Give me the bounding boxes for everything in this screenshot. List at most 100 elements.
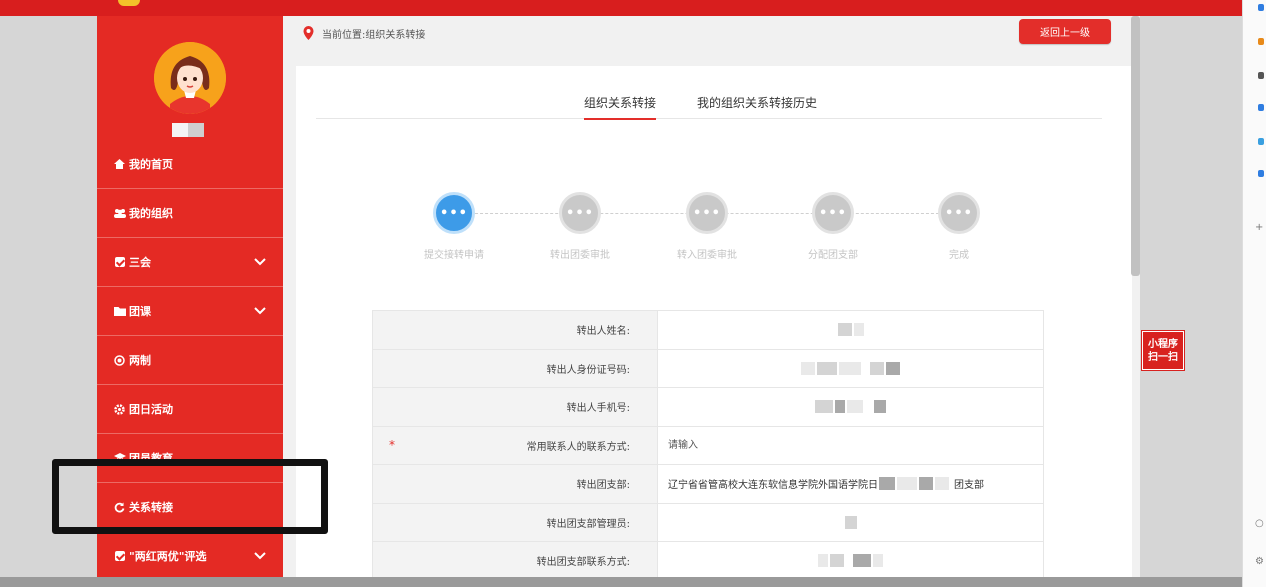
main-content: 当前位置:组织关系转接 返回上一级 组织关系转接 我的组织关系转接历史 ••• … (283, 16, 1140, 581)
plus-icon[interactable]: + (1255, 222, 1263, 233)
qr-badge-line2: 扫一扫 (1148, 351, 1178, 363)
scrollbar[interactable] (1131, 16, 1140, 276)
search-icon[interactable]: ○ (1255, 518, 1264, 529)
avatar[interactable] (154, 42, 226, 114)
location-pin-icon (303, 26, 314, 40)
form-row-branch-manager: 转出团支部管理员: (373, 503, 1043, 542)
form-label-text: 常用联系人的联系方式: (526, 441, 630, 453)
sidebar-item-label: 两制 (129, 354, 151, 367)
form-row-phone: 转出人手机号: (373, 388, 1043, 427)
checkbox-icon (113, 256, 126, 268)
circle-target-icon (113, 354, 126, 366)
sidebar-item-label: 三会 (129, 256, 151, 269)
transfer-card: 组织关系转接 我的组织关系转接历史 ••• 提交接转申请 ••• 转出团委审批 … (296, 66, 1132, 581)
required-marker: * (389, 437, 395, 452)
gear-icon (113, 403, 126, 415)
folder-icon (113, 305, 126, 317)
extension-icon[interactable] (1258, 38, 1264, 45)
sidebar-item-my-organization[interactable]: 我的组织 (97, 189, 283, 238)
branch-value: 辽宁省省管高校大连东软信息学院外国语学院日 团支部 (658, 465, 1043, 503)
step-incoming-approval: ••• 转入团委审批 (657, 192, 757, 261)
sidebar-item-label: "两红两优"评选 (129, 550, 207, 563)
extension-icon[interactable] (1258, 72, 1264, 79)
step-circle: ••• (433, 192, 475, 234)
page-margin (1140, 16, 1242, 577)
top-header-bar (0, 0, 1242, 16)
sidebar-item-label: 团日活动 (129, 403, 173, 416)
progress-steps: ••• 提交接转申请 ••• 转出团委审批 ••• 转入团委审批 ••• 分配团… (296, 186, 1132, 276)
username-redacted (172, 123, 204, 137)
mini-program-qr-badge[interactable]: 小程序 扫一扫 (1141, 330, 1185, 371)
logo-icon (118, 0, 140, 6)
step-outgoing-approval: ••• 转出团委审批 (530, 192, 630, 261)
form-row-id-number: 转出人身份证号码: (373, 349, 1043, 388)
tab-transfer-history[interactable]: 我的组织关系转接历史 (697, 94, 817, 111)
chevron-down-icon[interactable] (253, 255, 267, 269)
step-circle: ••• (938, 192, 980, 234)
tab-relation-transfer[interactable]: 组织关系转接 (584, 94, 657, 120)
form-label: 转出人手机号: (373, 388, 658, 426)
home-icon (113, 158, 126, 170)
step-circle: ••• (812, 192, 854, 234)
sidebar-item-relation-transfer[interactable]: 关系转接 (97, 483, 283, 532)
sidebar-item-label: 团员教育 (129, 452, 173, 465)
step-circle: ••• (686, 192, 728, 234)
extension-icon[interactable] (1258, 104, 1264, 111)
chevron-down-icon[interactable] (253, 549, 267, 563)
step-label: 完成 (949, 250, 969, 261)
avatar-icon (154, 42, 226, 114)
branch-suffix-text: 团支部 (954, 480, 984, 492)
sidebar-item-two-systems[interactable]: 两制 (97, 336, 283, 385)
phone-redacted (658, 388, 1043, 426)
form-row-name: 转出人姓名: (373, 311, 1043, 350)
step-circle: ••• (559, 192, 601, 234)
chevron-down-icon[interactable] (253, 304, 267, 318)
contact-field-wrapper (658, 427, 1043, 465)
sidebar-item-home[interactable]: 我的首页 (97, 140, 283, 189)
name-value-redacted (658, 311, 1043, 349)
extension-icon[interactable] (1258, 4, 1264, 11)
contact-input[interactable] (668, 432, 1038, 459)
sidebar-menu: 我的首页 我的组织 三会 团课 两制 团日活动 团员教育 关系转接 "两红两优"… (97, 140, 283, 581)
sidebar: 我的首页 我的组织 三会 团课 两制 团日活动 团员教育 关系转接 "两红两优"… (97, 16, 283, 581)
bottom-bar (0, 577, 1242, 587)
step-assign-branch: ••• 分配团支部 (783, 192, 883, 261)
step-label: 转入团委审批 (677, 250, 737, 261)
sidebar-item-two-red-two-excellent[interactable]: "两红两优"评选 (97, 532, 283, 581)
sidebar-item-member-education[interactable]: 团员教育 (97, 434, 283, 483)
form-label: * 常用联系人的联系方式: (373, 426, 658, 464)
form-row-contact: * 常用联系人的联系方式: (373, 426, 1043, 465)
branch-name-text: 辽宁省省管高校大连东软信息学院外国语学院日 (668, 480, 878, 492)
tab-bar: 组织关系转接 我的组织关系转接历史 (316, 66, 1102, 120)
step-complete: ••• 完成 (909, 192, 1009, 261)
refresh-icon (113, 501, 126, 513)
form-label: 转出人身份证号码: (373, 349, 658, 387)
sidebar-item-label: 我的首页 (129, 158, 173, 171)
sidebar-item-league-day-activity[interactable]: 团日活动 (97, 385, 283, 434)
gear-icon[interactable]: ⚙ (1255, 556, 1264, 567)
back-button[interactable]: 返回上一级 (1019, 19, 1111, 44)
form-label: 转出团支部联系方式: (373, 542, 658, 580)
step-label: 提交接转申请 (424, 250, 484, 261)
sidebar-item-label: 我的组织 (129, 207, 173, 220)
graduation-cap-icon (113, 452, 126, 464)
form-row-branch-contact: 转出团支部联系方式: (373, 542, 1043, 581)
users-icon (113, 207, 126, 219)
step-submit-application: ••• 提交接转申请 (404, 192, 504, 261)
sidebar-item-league-course[interactable]: 团课 (97, 287, 283, 336)
checkbox-icon (113, 550, 126, 562)
sidebar-item-label: 团课 (129, 305, 151, 318)
qr-badge-line1: 小程序 (1148, 338, 1178, 350)
sidebar-item-label: 关系转接 (129, 501, 173, 514)
step-label: 转出团委审批 (550, 250, 610, 261)
id-number-redacted (658, 350, 1043, 388)
branch-contact-redacted (658, 542, 1043, 580)
manager-redacted (658, 504, 1043, 542)
transfer-form: 转出人姓名: 转出人身份证号码: 转出人手机号: * 常用联系人的联系方式: 请… (372, 310, 1044, 581)
form-label: 转出人姓名: (373, 311, 658, 349)
form-row-branch: 转出团支部: 辽宁省省管高校大连东软信息学院外国语学院日 团支部 (373, 465, 1043, 504)
extension-icon[interactable] (1258, 170, 1264, 177)
extension-icon[interactable] (1258, 138, 1264, 145)
breadcrumb: 当前位置:组织关系转接 (303, 24, 425, 42)
sidebar-item-three-meetings[interactable]: 三会 (97, 238, 283, 287)
